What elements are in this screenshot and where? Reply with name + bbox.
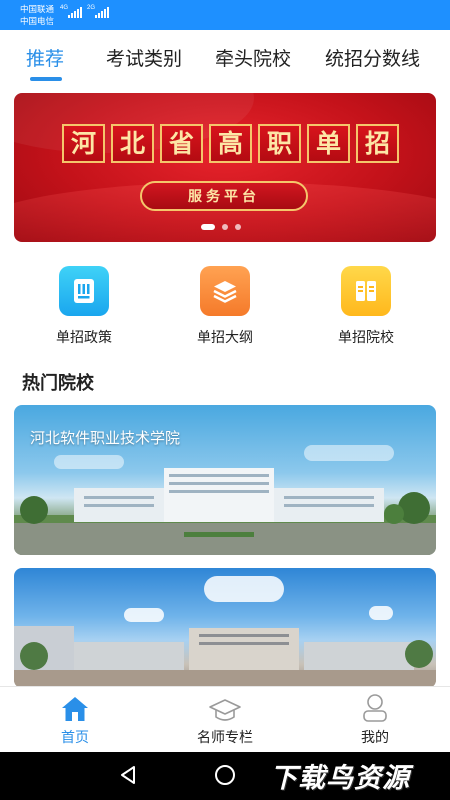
banner-title-char: 职 [258,124,301,163]
section-title-hot-schools: 热门院校 [22,373,94,393]
tab-leading-schools[interactable]: 牵头院校 [215,44,291,71]
graduation-cap-icon [165,693,285,723]
nav-teacher-column[interactable]: 名师专栏 [165,693,285,747]
quick-link-syllabus[interactable]: 单招大纲 [175,266,275,347]
nav-home[interactable]: 首页 [15,693,135,747]
banner-title-char: 单 [307,124,350,163]
quick-link-label: 单招政策 [56,329,112,345]
quick-link-schools[interactable]: 单招院校 [316,266,416,347]
campus-building-image [14,468,436,555]
status-bar: 中国联通 中国电信 4G 2G [0,0,450,30]
book-icon [341,266,391,316]
carousel-dot[interactable] [222,224,228,230]
banner-subtitle: 服务平台 [140,181,308,211]
banner-carousel[interactable]: 河 北 省 高 职 单 招 服务平台 [14,93,436,242]
carousel-dot[interactable] [201,224,215,230]
nav-mine[interactable]: 我的 [315,693,435,747]
carousel-dot[interactable] [235,224,241,230]
school-card[interactable]: 河北软件职业技术学院 [14,405,436,555]
nav-mine-label: 我的 [361,729,389,745]
bottom-navigation: 首页 名师专栏 我的 [0,686,450,752]
home-circle-icon[interactable] [214,764,236,791]
banner-title: 河 北 省 高 职 单 招 [62,124,399,163]
quick-link-label: 单招大纲 [197,329,253,345]
carousel-dots [201,224,241,230]
user-icon [315,693,435,723]
document-icon [59,266,109,316]
nav-teacher-label: 名师专栏 [197,729,253,745]
tab-recommend[interactable]: 推荐 [26,44,64,71]
banner-title-char: 省 [160,124,203,163]
banner-title-char: 河 [62,124,105,163]
cloud-decoration [204,576,284,602]
network-1-label: 4G [60,5,69,11]
quick-link-label: 单招院校 [338,329,394,345]
network-2-label: 2G [87,5,96,11]
cloud-decoration [304,445,394,461]
banner-title-char: 北 [111,124,154,163]
carrier-2-label: 中国电信 [20,16,55,26]
tab-score-lines[interactable]: 统招分数线 [325,44,420,71]
watermark-logo: 下载鸟资源 [270,763,410,793]
back-icon[interactable] [118,764,138,791]
nav-home-label: 首页 [61,729,89,745]
banner-title-char: 高 [209,124,252,163]
tab-exam-category[interactable]: 考试类别 [106,44,182,71]
campus-building-image [14,626,436,688]
home-icon [15,693,135,723]
school-name: 河北软件职业技术学院 [30,430,181,447]
layers-icon [200,266,250,316]
active-tab-indicator [30,77,62,81]
signal-2-icon [95,6,109,18]
signal-1-icon [68,6,82,18]
carrier-1-label: 中国联通 [20,4,55,14]
category-tabs: 推荐 考试类别 牵头院校 统招分数线 [0,30,450,85]
banner-title-char: 招 [356,124,399,163]
quick-link-policy[interactable]: 单招政策 [34,266,134,347]
school-card[interactable] [14,568,436,688]
